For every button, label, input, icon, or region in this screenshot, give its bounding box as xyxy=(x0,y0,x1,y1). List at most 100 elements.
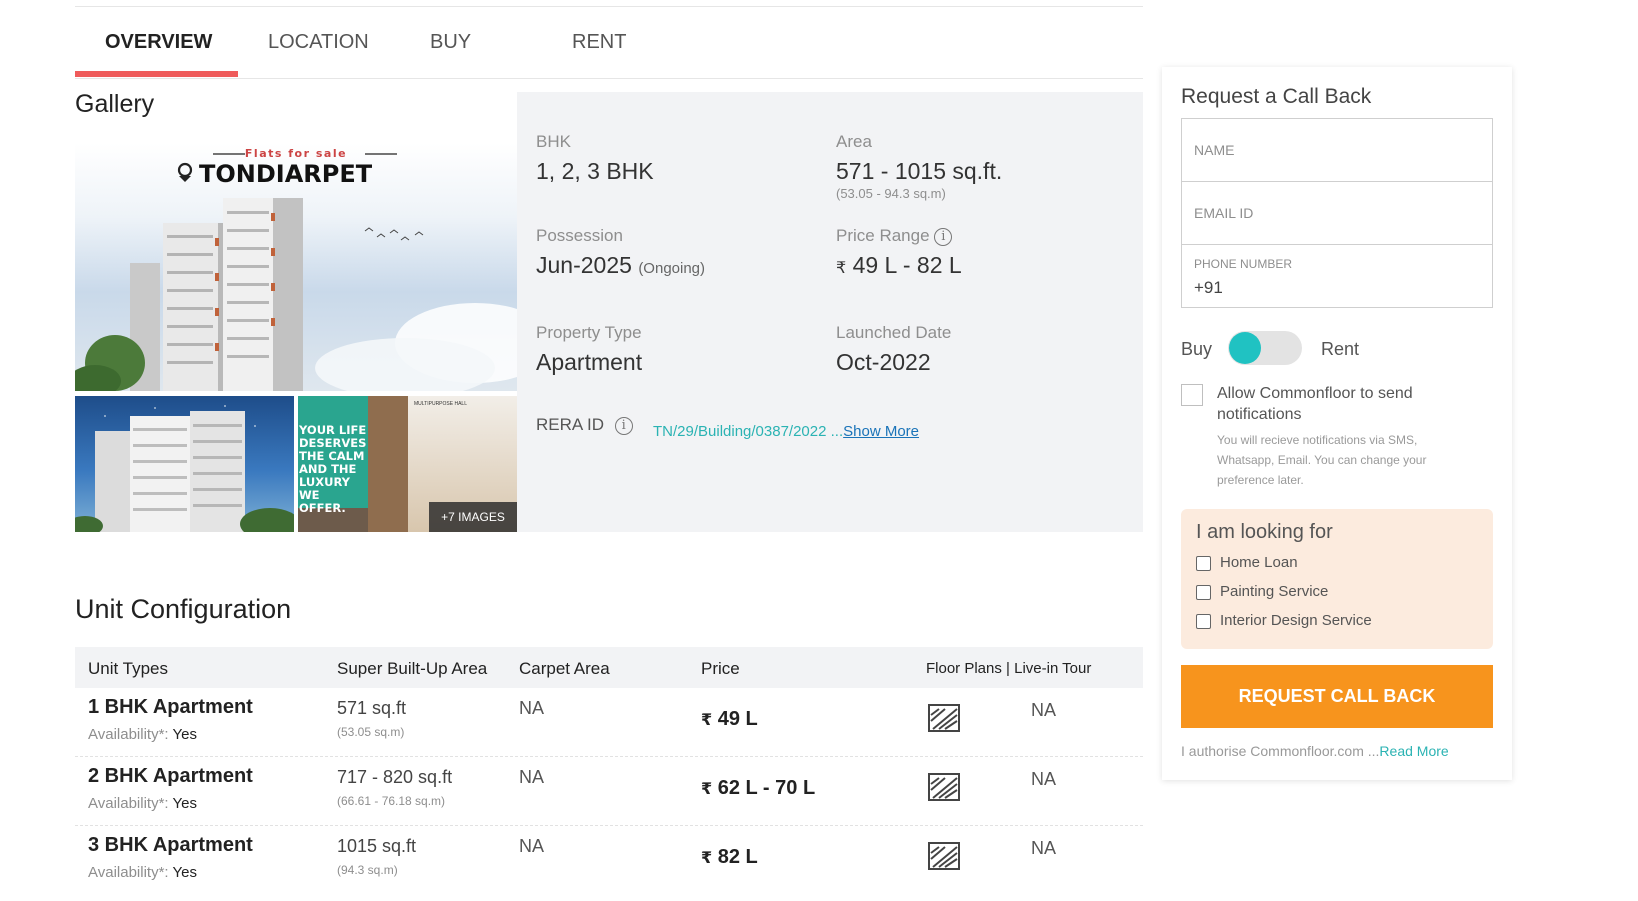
rera-label: RERA ID i xyxy=(536,415,633,435)
unit-availability: Availability*: Yes xyxy=(88,726,197,743)
tab-location[interactable]: LOCATION xyxy=(268,31,369,54)
notifications-label: Allow Commonfloor to send notifications xyxy=(1217,385,1413,423)
email-field xyxy=(1181,181,1493,245)
email-input[interactable] xyxy=(1182,182,1492,244)
checkbox[interactable] xyxy=(1196,614,1211,629)
checkbox[interactable] xyxy=(1196,585,1211,600)
unit-availability: Availability*: Yes xyxy=(88,795,197,812)
floor-plan-icon[interactable] xyxy=(927,703,961,733)
unit-availability: Availability*: Yes xyxy=(88,864,197,881)
area-label: Area xyxy=(836,132,872,151)
option-home-loan[interactable]: Home Loan xyxy=(1196,553,1476,575)
more-images-badge[interactable]: +7 IMAGES xyxy=(429,502,517,532)
buy-rent-toggle-row: Buy Rent xyxy=(1181,331,1493,371)
buy-rent-toggle[interactable] xyxy=(1228,331,1302,365)
hall-sign: MULTIPURPOSE HALL xyxy=(414,401,467,407)
option-label: Painting Service xyxy=(1220,583,1329,600)
rupee-icon: ₹ xyxy=(701,850,713,867)
unit-area: 717 - 820 sq.ft xyxy=(337,767,453,787)
authorise-label: I authorise Commonfloor.com ... xyxy=(1181,743,1380,759)
looking-for-title: I am looking for xyxy=(1196,521,1333,543)
floor-plan-icon[interactable] xyxy=(927,841,961,871)
rera-label-text: RERA ID xyxy=(536,415,605,434)
header-carpet-area: Carpet Area xyxy=(519,659,610,678)
table-row: 3 BHK Apartment Availability*: Yes 1015 … xyxy=(75,826,1143,895)
authorise-text: I authorise Commonfloor.com ...Read More xyxy=(1181,743,1449,759)
unit-area-sub: (53.05 sq.m) xyxy=(337,725,405,739)
possession-value: Jun-2025 (Ongoing) xyxy=(536,252,705,279)
gallery-thumb-1[interactable] xyxy=(75,396,294,532)
card-title: Request a Call Back xyxy=(1181,85,1372,108)
bhk-label: BHK xyxy=(536,132,571,151)
header-price: Price xyxy=(701,659,740,678)
availability-label: Availability*: xyxy=(88,726,169,743)
toggle-buy-label[interactable]: Buy xyxy=(1181,339,1212,360)
rupee-icon: ₹ xyxy=(701,712,713,729)
option-label: Home Loan xyxy=(1220,554,1298,571)
rera-id: TN/29/Building/0387/2022 ...Show More xyxy=(653,423,919,440)
project-details-panel: BHK 1, 2, 3 BHK Area 571 - 1015 sq.ft. (… xyxy=(517,92,1143,532)
request-callback-card: Request a Call Back PHONE NUMBER +91 Buy… xyxy=(1162,67,1512,780)
name-field xyxy=(1181,118,1493,182)
unit-price-value: 62 L - 70 L xyxy=(717,777,816,799)
price-range-value: ₹ 49 L - 82 L xyxy=(836,252,962,279)
possession-date: Jun-2025 xyxy=(536,252,632,278)
gallery-title: Gallery xyxy=(75,90,155,118)
unit-carpet: NA xyxy=(519,836,545,856)
unit-config-header: Unit Types Super Built-Up Area Carpet Ar… xyxy=(75,647,1143,688)
price-range-text: 49 L - 82 L xyxy=(852,252,962,278)
rera-show-more-link[interactable]: Show More xyxy=(843,423,919,440)
unit-type: 1 BHK Apartment xyxy=(88,696,253,718)
unit-carpet: NA xyxy=(519,698,545,718)
live-tour-value: NA xyxy=(1031,700,1057,720)
unit-type: 2 BHK Apartment xyxy=(88,765,253,787)
property-type-value: Apartment xyxy=(536,349,643,375)
price-range-label-text: Price Range xyxy=(836,226,930,245)
request-callback-button[interactable]: REQUEST CALL BACK xyxy=(1181,665,1493,728)
floor-plan-icon[interactable] xyxy=(927,772,961,802)
area-value: 571 - 1015 sq.ft. xyxy=(836,158,1003,184)
store-panel xyxy=(368,396,408,532)
tab-buy[interactable]: BUY xyxy=(430,31,471,54)
read-more-link[interactable]: Read More xyxy=(1379,743,1448,759)
checkbox[interactable] xyxy=(1196,556,1211,571)
notifications-note: You will recieve notifications via SMS, … xyxy=(1217,433,1427,487)
price-range-label: Price Range i xyxy=(836,226,953,246)
unit-area: 1015 sq.ft xyxy=(337,836,417,856)
availability-value: Yes xyxy=(172,726,197,743)
tab-rent[interactable]: RENT xyxy=(572,31,626,54)
rera-id-value: TN/29/Building/0387/2022 ... xyxy=(653,423,844,440)
option-painting-service[interactable]: Painting Service xyxy=(1196,582,1476,604)
availability-label: Availability*: xyxy=(88,795,169,812)
toggle-rent-label[interactable]: Rent xyxy=(1321,339,1359,360)
live-tour-value: NA xyxy=(1031,838,1057,858)
launched-date-label: Launched Date xyxy=(836,323,952,342)
phone-prefix: +91 xyxy=(1194,278,1223,297)
unit-area: 571 sq.ft xyxy=(337,698,407,718)
unit-price-value: 49 L xyxy=(717,708,758,730)
rera-info-icon[interactable]: i xyxy=(614,416,633,435)
unit-carpet: NA xyxy=(519,767,545,787)
possession-status: (Ongoing) xyxy=(638,260,706,277)
info-icon[interactable]: i xyxy=(934,227,953,246)
unit-price-value: 82 L xyxy=(717,846,758,868)
banner-subtitle: Flats for sale xyxy=(244,147,348,160)
availability-value: Yes xyxy=(172,795,197,812)
active-tab-indicator xyxy=(75,71,238,77)
header-unit-types: Unit Types xyxy=(88,659,169,678)
rupee-icon: ₹ xyxy=(836,260,847,277)
name-input[interactable] xyxy=(1182,119,1492,181)
phone-field[interactable]: PHONE NUMBER +91 xyxy=(1181,244,1493,308)
header-floor-plans: Floor Plans | Live-in Tour xyxy=(926,660,1092,677)
gallery-main-image[interactable]: Flats for sale TONDIARPET xyxy=(75,143,517,391)
tab-overview[interactable]: OVERVIEW xyxy=(105,31,212,54)
gallery-thumb-2[interactable]: YOUR LIFE DESERVES THE CALM AND THE LUXU… xyxy=(298,396,517,532)
looking-for-panel: I am looking for Home Loan Painting Serv… xyxy=(1181,509,1493,649)
notifications-checkbox[interactable] xyxy=(1181,384,1203,406)
table-row: 1 BHK Apartment Availability*: Yes 571 s… xyxy=(75,688,1143,757)
banner-title: TONDIARPET xyxy=(199,160,373,188)
option-interior-design[interactable]: Interior Design Service xyxy=(1196,611,1476,633)
table-row: 2 BHK Apartment Availability*: Yes 717 -… xyxy=(75,757,1143,826)
toggle-knob xyxy=(1229,332,1261,364)
option-label: Interior Design Service xyxy=(1220,612,1372,629)
